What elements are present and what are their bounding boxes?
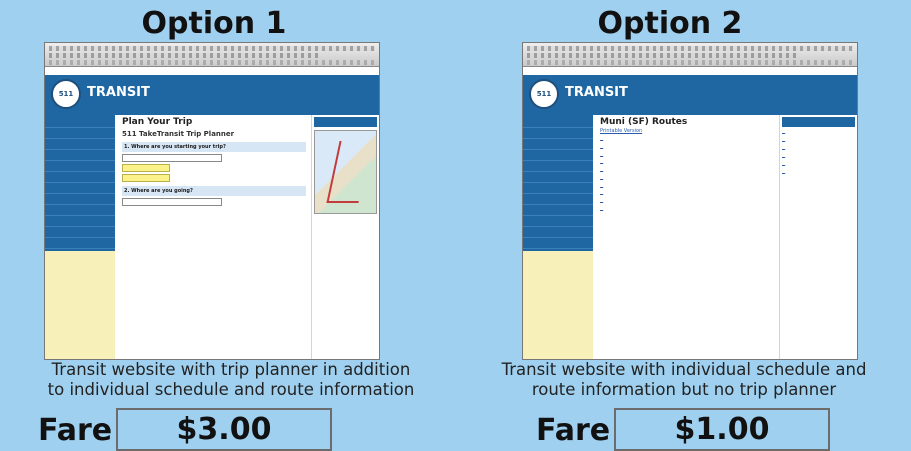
nav-item[interactable]: [523, 194, 593, 205]
side-link[interactable]: [782, 167, 855, 175]
nav-item[interactable]: [523, 150, 593, 161]
destination-address-input[interactable]: [122, 198, 222, 206]
route-link[interactable]: [600, 182, 774, 190]
transit-logo: 511: [51, 79, 81, 109]
right-column: [311, 115, 379, 359]
start-zip-input[interactable]: [122, 174, 170, 182]
nav-item[interactable]: [45, 238, 115, 249]
side-link[interactable]: [782, 151, 855, 159]
option-2-fare-value: $1.00: [614, 408, 830, 451]
nav-item[interactable]: [45, 216, 115, 227]
option-1-fare-label: Fare: [38, 413, 113, 448]
route-link[interactable]: [600, 135, 774, 143]
route-link[interactable]: [600, 174, 774, 182]
routes-content: Muni (SF) Routes Printable Version: [597, 115, 777, 359]
trip-planner-content: Plan Your Trip 511 TakeTransit Trip Plan…: [119, 115, 309, 359]
option-2-screenshot: 511 TRANSIT Muni (SF) Routes Printable V…: [522, 42, 858, 360]
nav-item[interactable]: [45, 183, 115, 194]
nav-item[interactable]: [45, 194, 115, 205]
nav-item[interactable]: [523, 172, 593, 183]
left-nav: [45, 115, 115, 359]
option-1-caption: Transit website with trip planner in add…: [4, 360, 458, 400]
transit-logo: 511: [529, 79, 559, 109]
option-1-caption-line-2: to individual schedule and route informa…: [47, 379, 415, 399]
nav-item[interactable]: [45, 139, 115, 150]
nav-item[interactable]: [45, 161, 115, 172]
option-1-title: Option 1: [141, 6, 287, 41]
region-map[interactable]: [314, 130, 377, 214]
option-2-fare-label: Fare: [536, 413, 611, 448]
site-header: 511 TRANSIT: [523, 67, 857, 115]
option-2-caption: Transit website with individual schedule…: [464, 360, 904, 400]
nav-item[interactable]: [45, 117, 115, 128]
nav-item[interactable]: [45, 128, 115, 139]
start-address-input[interactable]: [122, 154, 222, 162]
printable-version-link[interactable]: Printable Version: [600, 127, 774, 135]
page-heading: Plan Your Trip: [122, 117, 193, 127]
side-link[interactable]: [782, 127, 855, 135]
nav-item[interactable]: [45, 150, 115, 161]
nav-item[interactable]: [523, 216, 593, 227]
nav-item[interactable]: [523, 227, 593, 238]
option-1-fare-value: $3.00: [116, 408, 332, 451]
route-link[interactable]: [600, 166, 774, 174]
option-2-caption-line-2: route information but no trip planner: [531, 379, 837, 399]
nav-item[interactable]: [523, 128, 593, 139]
route-link[interactable]: [600, 151, 774, 159]
right-column-header: [782, 117, 855, 127]
option-2-caption-line-1: Transit website with individual schedule…: [501, 360, 867, 379]
nav-item[interactable]: [523, 139, 593, 150]
side-link[interactable]: [782, 159, 855, 167]
destination-step-label: 2. Where are you going?: [122, 186, 306, 196]
option-1-caption-line-1: Transit website with trip planner in add…: [51, 360, 411, 379]
nav-item[interactable]: [523, 205, 593, 216]
right-column: [779, 115, 857, 359]
nav-item[interactable]: [523, 183, 593, 194]
right-column-header: [314, 117, 377, 127]
start-city-input[interactable]: [122, 164, 170, 172]
option-2-title: Option 2: [597, 6, 743, 41]
page-heading: Muni (SF) Routes: [600, 117, 688, 127]
site-name: TRANSIT: [565, 85, 628, 100]
browser-toolbar: [45, 43, 379, 67]
nav-item[interactable]: [45, 172, 115, 183]
nav-item[interactable]: [45, 227, 115, 238]
side-link[interactable]: [782, 135, 855, 143]
route-link[interactable]: [600, 158, 774, 166]
nav-item[interactable]: [523, 117, 593, 128]
site-header: 511 TRANSIT: [45, 67, 379, 115]
side-link[interactable]: [782, 143, 855, 151]
route-link[interactable]: [600, 197, 774, 205]
browser-toolbar: [523, 43, 857, 67]
start-step-label: 1. Where are you starting your trip?: [122, 142, 306, 152]
route-link[interactable]: [600, 189, 774, 197]
nav-item[interactable]: [523, 161, 593, 172]
nav-item[interactable]: [45, 205, 115, 216]
sub-heading: 511 TakeTransit Trip Planner: [122, 130, 235, 138]
site-name: TRANSIT: [87, 85, 150, 100]
option-1-screenshot: 511 TRANSIT Plan Your Trip 511 TakeTrans…: [44, 42, 380, 360]
route-link[interactable]: [600, 143, 774, 151]
route-link[interactable]: [600, 205, 774, 213]
left-nav: [523, 115, 593, 359]
nav-item[interactable]: [523, 238, 593, 249]
